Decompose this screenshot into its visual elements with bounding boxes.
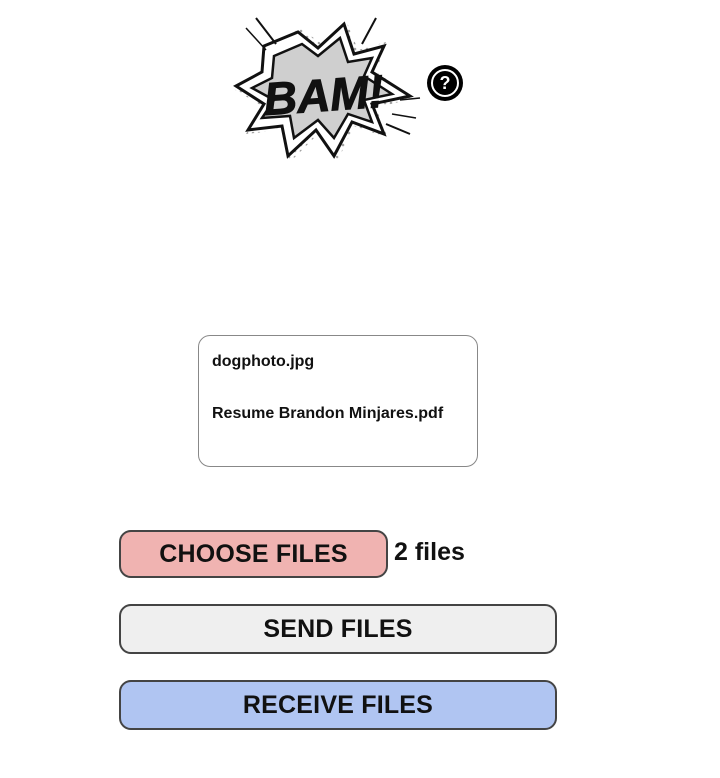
help-button[interactable]: ? (427, 65, 463, 101)
choose-files-button[interactable]: CHOOSE FILES (119, 530, 388, 578)
file-count-label: 2 files (394, 538, 465, 566)
logo-text: BAM! (262, 65, 385, 125)
file-item: Resume Brandon Minjares.pdf (212, 405, 444, 422)
send-files-button[interactable]: SEND FILES (119, 604, 557, 654)
selected-files-list: dogphoto.jpg Resume Brandon Minjares.pdf (198, 335, 478, 467)
file-item: dogphoto.jpg (212, 353, 315, 370)
receive-files-button[interactable]: RECEIVE FILES (119, 680, 557, 730)
question-mark-icon: ? (431, 69, 459, 97)
bam-logo: BAM! (226, 10, 422, 180)
